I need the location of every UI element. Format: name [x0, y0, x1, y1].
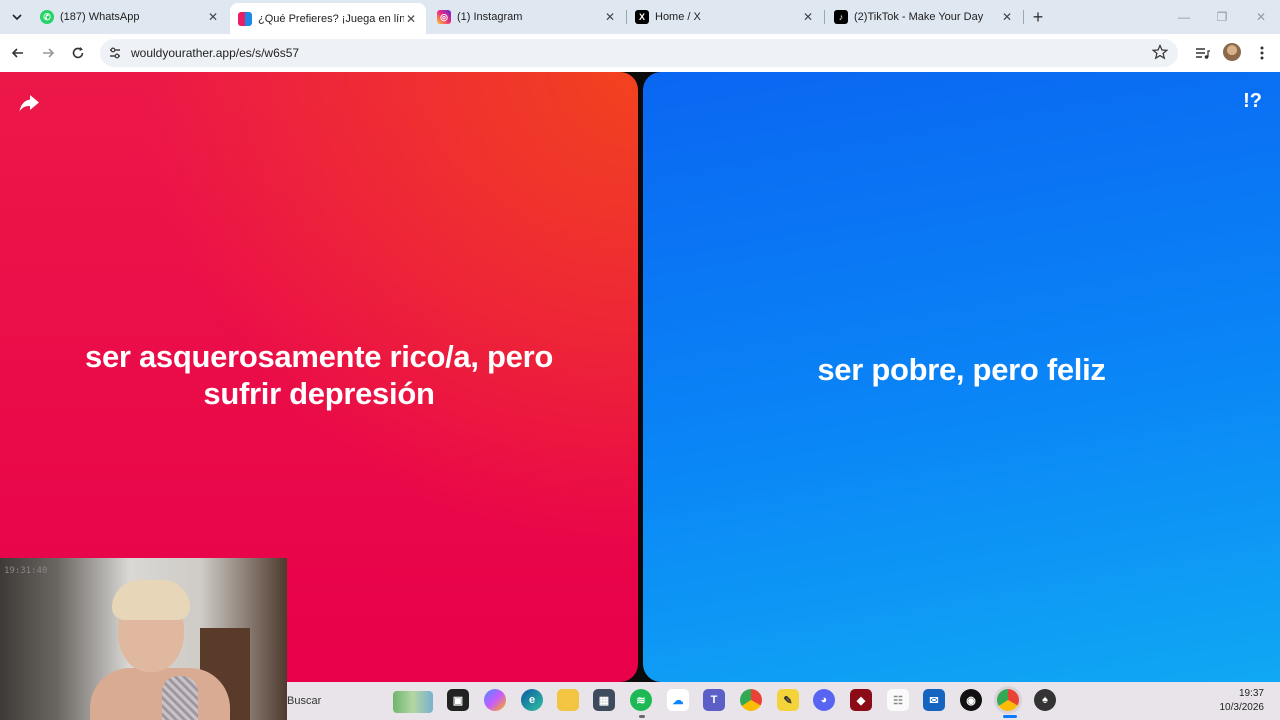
clock-time: 19:37 — [1238, 688, 1264, 699]
taskbar-search[interactable]: Buscar — [287, 687, 437, 715]
wyr-icon — [238, 11, 252, 26]
arrow-left-icon — [11, 48, 23, 58]
close-icon[interactable]: ✕ — [603, 10, 617, 24]
tab-title: Home / X — [655, 11, 701, 23]
instagram-icon: ◎ — [437, 10, 451, 24]
media-control-button[interactable] — [1193, 44, 1211, 62]
interrobang-icon[interactable]: !? — [1243, 90, 1262, 113]
share-icon[interactable] — [18, 92, 40, 114]
webcam-hair — [112, 580, 190, 620]
close-icon[interactable]: ✕ — [801, 10, 815, 24]
browser-menu-button[interactable] — [1253, 44, 1271, 62]
spotify-icon[interactable]: ≋ — [630, 689, 652, 711]
back-button[interactable] — [7, 42, 29, 64]
arrow-right-icon — [43, 48, 55, 58]
search-highlight-icon — [393, 691, 433, 713]
obs-icon[interactable]: ◉ — [960, 689, 982, 711]
option-right-text: ser pobre, pero feliz — [817, 351, 1106, 387]
address-bar[interactable]: wouldyourather.app/es/s/w6s57 — [100, 39, 1178, 67]
new-tab-button[interactable]: + — [1028, 7, 1048, 27]
clock-date: 10/3/2026 — [1219, 702, 1265, 713]
browser-toolbar: wouldyourather.app/es/s/w6s57 — [0, 34, 1280, 72]
copilot-icon[interactable] — [484, 689, 506, 711]
app-icon[interactable]: ◆ — [850, 689, 872, 711]
maximize-button[interactable]: ❐ — [1203, 0, 1241, 34]
minimize-button[interactable]: — — [1165, 0, 1203, 34]
notes-icon[interactable]: ✎ — [777, 689, 799, 711]
option-left-text: ser asquerosamente rico/a, pero sufrir d… — [85, 339, 553, 411]
tab-instagram[interactable]: ◎ (1) Instagram ✕ — [429, 4, 625, 30]
tab-separator — [1023, 10, 1024, 24]
option-right-card[interactable]: !? ser pobre, pero feliz — [643, 72, 1280, 682]
site-settings-icon[interactable] — [108, 46, 122, 60]
tab-separator — [824, 10, 825, 24]
tab-wyr[interactable]: ¿Qué Prefieres? ¡Juega en línea! ✕ — [230, 3, 426, 34]
tab-title: (1) Instagram — [457, 11, 523, 23]
app2-icon[interactable]: ♠ — [1034, 689, 1056, 711]
tab-strip: ✆ (187) WhatsApp ✕ ¿Qué Prefieres? ¡Jueg… — [0, 0, 1280, 34]
webcam-torso — [90, 668, 230, 720]
sketch-icon[interactable]: ☷ — [887, 689, 909, 711]
taskbar-search-label: Buscar — [287, 695, 322, 707]
bookmark-star-icon[interactable] — [1152, 44, 1168, 60]
discord-icon[interactable]: ◕ — [813, 689, 835, 711]
microphone — [162, 676, 198, 720]
close-icon[interactable]: ✕ — [404, 12, 418, 26]
close-icon[interactable]: ✕ — [206, 10, 220, 24]
window-close-button[interactable]: ✕ — [1242, 0, 1280, 34]
tiktok-icon: ♪ — [834, 10, 848, 24]
onedrive-icon[interactable]: ☁ — [667, 689, 689, 711]
webcam-person — [90, 578, 230, 720]
whatsapp-icon: ✆ — [40, 10, 54, 24]
taskbar: Buscar ▣ e ▦ ≋ ☁ T ✎ ◕ ◆ ☷ ✉ ◉ ♠ 19:37 1… — [287, 682, 1280, 720]
running-indicator — [639, 715, 645, 718]
reload-icon — [72, 47, 84, 59]
tab-whatsapp[interactable]: ✆ (187) WhatsApp ✕ — [32, 4, 228, 30]
forward-button[interactable] — [37, 42, 59, 64]
chevron-down-icon — [12, 14, 22, 21]
queue-music-icon — [1196, 48, 1210, 59]
webcam-overlay: 19:31:40 — [0, 558, 287, 720]
outlook-icon[interactable]: ✉ — [923, 689, 945, 711]
tab-search-button[interactable] — [6, 6, 28, 28]
task-view-icon[interactable]: ▣ — [447, 689, 469, 711]
webcam-timestamp: 19:31:40 — [4, 566, 48, 576]
x-icon: X — [635, 10, 649, 24]
edge-icon[interactable]: e — [521, 689, 543, 711]
tab-title: (2)TikTok - Make Your Day — [854, 11, 984, 23]
close-icon[interactable]: ✕ — [1000, 10, 1014, 24]
tab-tiktok[interactable]: ♪ (2)TikTok - Make Your Day ✕ — [826, 4, 1022, 30]
screen: ✆ (187) WhatsApp ✕ ¿Qué Prefieres? ¡Jueg… — [0, 0, 1280, 720]
calculator-icon[interactable]: ▦ — [593, 689, 615, 711]
tab-title: ¿Qué Prefieres? ¡Juega en línea! — [258, 12, 404, 25]
chrome-active-icon[interactable] — [997, 689, 1019, 711]
url-text[interactable]: wouldyourather.app/es/s/w6s57 — [131, 46, 299, 60]
tab-title: (187) WhatsApp — [60, 11, 140, 23]
reload-button[interactable] — [67, 42, 89, 64]
folder-icon[interactable] — [557, 689, 579, 711]
teams-icon[interactable]: T — [703, 689, 725, 711]
system-clock[interactable]: 19:37 10/3/2026 — [1220, 687, 1265, 715]
profile-avatar[interactable] — [1223, 43, 1241, 61]
more-vertical-icon — [1260, 46, 1264, 60]
chrome-icon[interactable] — [740, 689, 762, 711]
tab-x[interactable]: X Home / X ✕ — [627, 4, 823, 30]
active-indicator — [1003, 715, 1017, 718]
